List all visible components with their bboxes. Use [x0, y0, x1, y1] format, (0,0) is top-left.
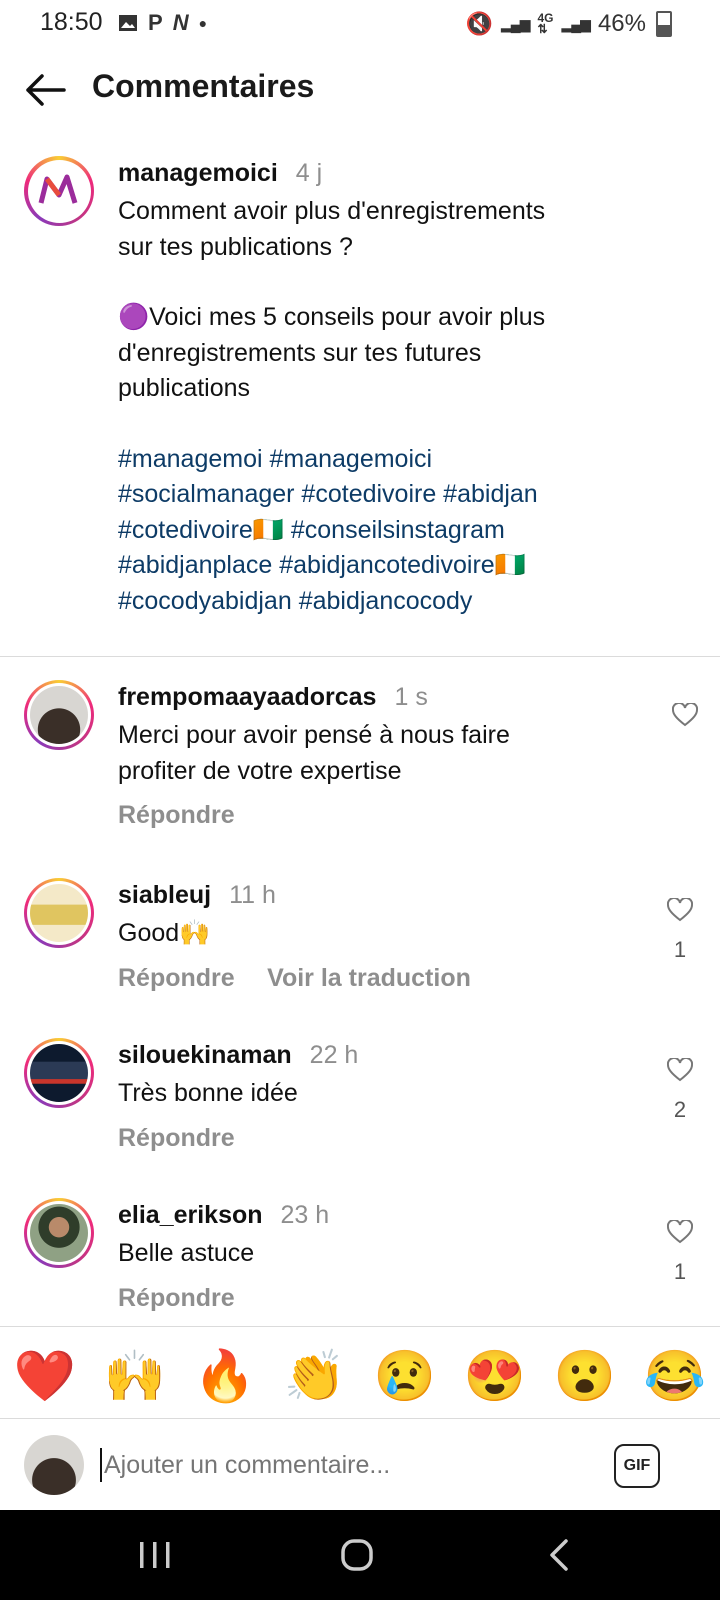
comment-text: Merci pour avoir pensé à nous faire [118, 721, 510, 749]
comment-text: Good🙌 [118, 919, 211, 947]
comment-text: profiter de votre expertise [118, 756, 402, 785]
battery-icon [656, 11, 672, 37]
4g-icon: 4G ⇅ [537, 11, 554, 36]
hashtag-line[interactable]: #cocodyabidjan #abidjancocody [118, 584, 678, 620]
avatar[interactable] [24, 878, 94, 948]
clapping-emoji-button[interactable]: 👏 [284, 1347, 346, 1406]
comment-username[interactable]: silouekinaman [118, 1041, 292, 1069]
comment-time: 22 h [309, 1041, 359, 1069]
heart-icon[interactable] [672, 703, 698, 727]
comment-username[interactable]: elia_erikson [118, 1201, 263, 1229]
avatar[interactable] [24, 156, 94, 226]
caption-line: sur tes publications ? [118, 232, 353, 261]
status-time: 18:50 [40, 8, 103, 36]
comment-username[interactable]: siableuj [118, 881, 211, 909]
battery-percent: 46% [597, 10, 646, 37]
caption-line: publications [118, 374, 251, 402]
comment-time: 1 s [394, 683, 428, 711]
p-icon: P [148, 10, 163, 35]
avatar[interactable] [24, 1198, 94, 1268]
reply-button[interactable]: Répondre [118, 964, 235, 992]
heart-eyes-emoji-button[interactable]: 😍 [464, 1347, 526, 1406]
avatar-image [30, 686, 88, 744]
managemoi-logo-icon [38, 174, 78, 204]
signal-icon: ▂▄▆ [501, 15, 530, 32]
avatar[interactable] [24, 1038, 94, 1108]
heart-icon[interactable] [667, 898, 693, 922]
n-icon: N [172, 10, 189, 35]
mute-icon: 🔇 [465, 11, 494, 36]
like-count: 1 [673, 937, 687, 962]
comment: siableuj 11 h Good🙌 Répondre Voir la trad… [118, 878, 658, 993]
fire-emoji-button[interactable]: 🔥 [194, 1347, 256, 1406]
see-translation-button[interactable]: Voir la traduction [267, 964, 471, 992]
heart-emoji-button[interactable]: ❤️ [14, 1347, 76, 1406]
divider [0, 656, 720, 657]
heart-icon[interactable] [667, 1058, 693, 1082]
hashtag-line[interactable]: #managemoi #managemoici [118, 442, 678, 478]
emoji-bar: ❤️ 🙌 🔥 👏 😢 😍 😮 😂 [0, 1340, 720, 1412]
divider [0, 1418, 720, 1419]
caption-line: 🟣Voici mes 5 conseils pour avoir plus [118, 303, 546, 331]
android-nav-bar [0, 1510, 720, 1600]
status-notification-icons: P N ● [118, 10, 207, 36]
image-icon [119, 15, 137, 31]
recent-apps-icon[interactable] [138, 1540, 172, 1570]
caption-time: 4 j [295, 159, 323, 187]
avatar-image [30, 884, 88, 942]
caption-line: d'enregistrements sur tes futures [118, 338, 482, 367]
home-icon[interactable] [340, 1538, 374, 1572]
comment-input[interactable] [104, 1444, 584, 1486]
raised-hands-emoji-button[interactable]: 🙌 [104, 1347, 166, 1406]
status-system-icons: 🔇 ▂▄▆ 4G ⇅ ▂▄▆ 46% [466, 10, 672, 38]
hashtag-line[interactable]: #abidjanplace #abidjancotedivoire🇨🇮 [118, 548, 678, 584]
divider [0, 1326, 720, 1327]
comment-time: 11 h [229, 881, 276, 909]
comment-text: Très bonne idée [118, 1079, 298, 1107]
crying-emoji-button[interactable]: 😢 [374, 1347, 436, 1406]
comment-time: 23 h [280, 1201, 330, 1229]
comment-text: Belle astuce [118, 1239, 255, 1267]
avatar-image [30, 1044, 88, 1102]
comment: elia_erikson 23 h Belle astuce Répondre [118, 1198, 638, 1313]
surprised-emoji-button[interactable]: 😮 [554, 1347, 616, 1406]
status-bar: 18:50 P N ● 🔇 ▂▄▆ 4G ⇅ ▂▄▆ 46% [0, 0, 720, 48]
caption: managemoici 4 j Comment avoir plus d'enre… [118, 156, 678, 619]
dot-icon: ● [198, 15, 208, 31]
caption-username[interactable]: managemoici [118, 159, 278, 187]
laughing-emoji-button[interactable]: 😂 [644, 1347, 706, 1406]
gif-button[interactable]: GIF [614, 1444, 660, 1488]
back-arrow-icon[interactable] [22, 68, 70, 112]
reply-button[interactable]: Répondre [118, 801, 638, 830]
like-count: 2 [673, 1097, 687, 1122]
like-count: 1 [673, 1259, 687, 1284]
heart-icon[interactable] [667, 1220, 693, 1244]
text-cursor [100, 1448, 102, 1482]
reply-button[interactable]: Répondre [118, 1284, 638, 1313]
comment: silouekinaman 22 h Très bonne idée Répond… [118, 1038, 638, 1153]
avatar[interactable] [24, 680, 94, 750]
current-user-avatar [24, 1435, 84, 1495]
reply-button[interactable]: Répondre [118, 1124, 638, 1153]
comment-username[interactable]: frempomaayaadorcas [118, 683, 376, 711]
comment: frempomaayaadorcas 1 s Merci pour avoir p… [118, 680, 638, 830]
page-title: Commentaires [92, 68, 315, 104]
signal-icon-2: ▂▄▆ [561, 15, 591, 32]
avatar-image [30, 1204, 88, 1262]
hashtag-line[interactable]: #socialmanager #cotedivoire #abidjan [118, 477, 678, 513]
hashtag-line[interactable]: #cotedivoire🇨🇮 #conseilsinstagram [118, 513, 678, 549]
caption-line: Comment avoir plus d'enregistrements [118, 197, 546, 225]
back-nav-icon[interactable] [548, 1538, 570, 1572]
